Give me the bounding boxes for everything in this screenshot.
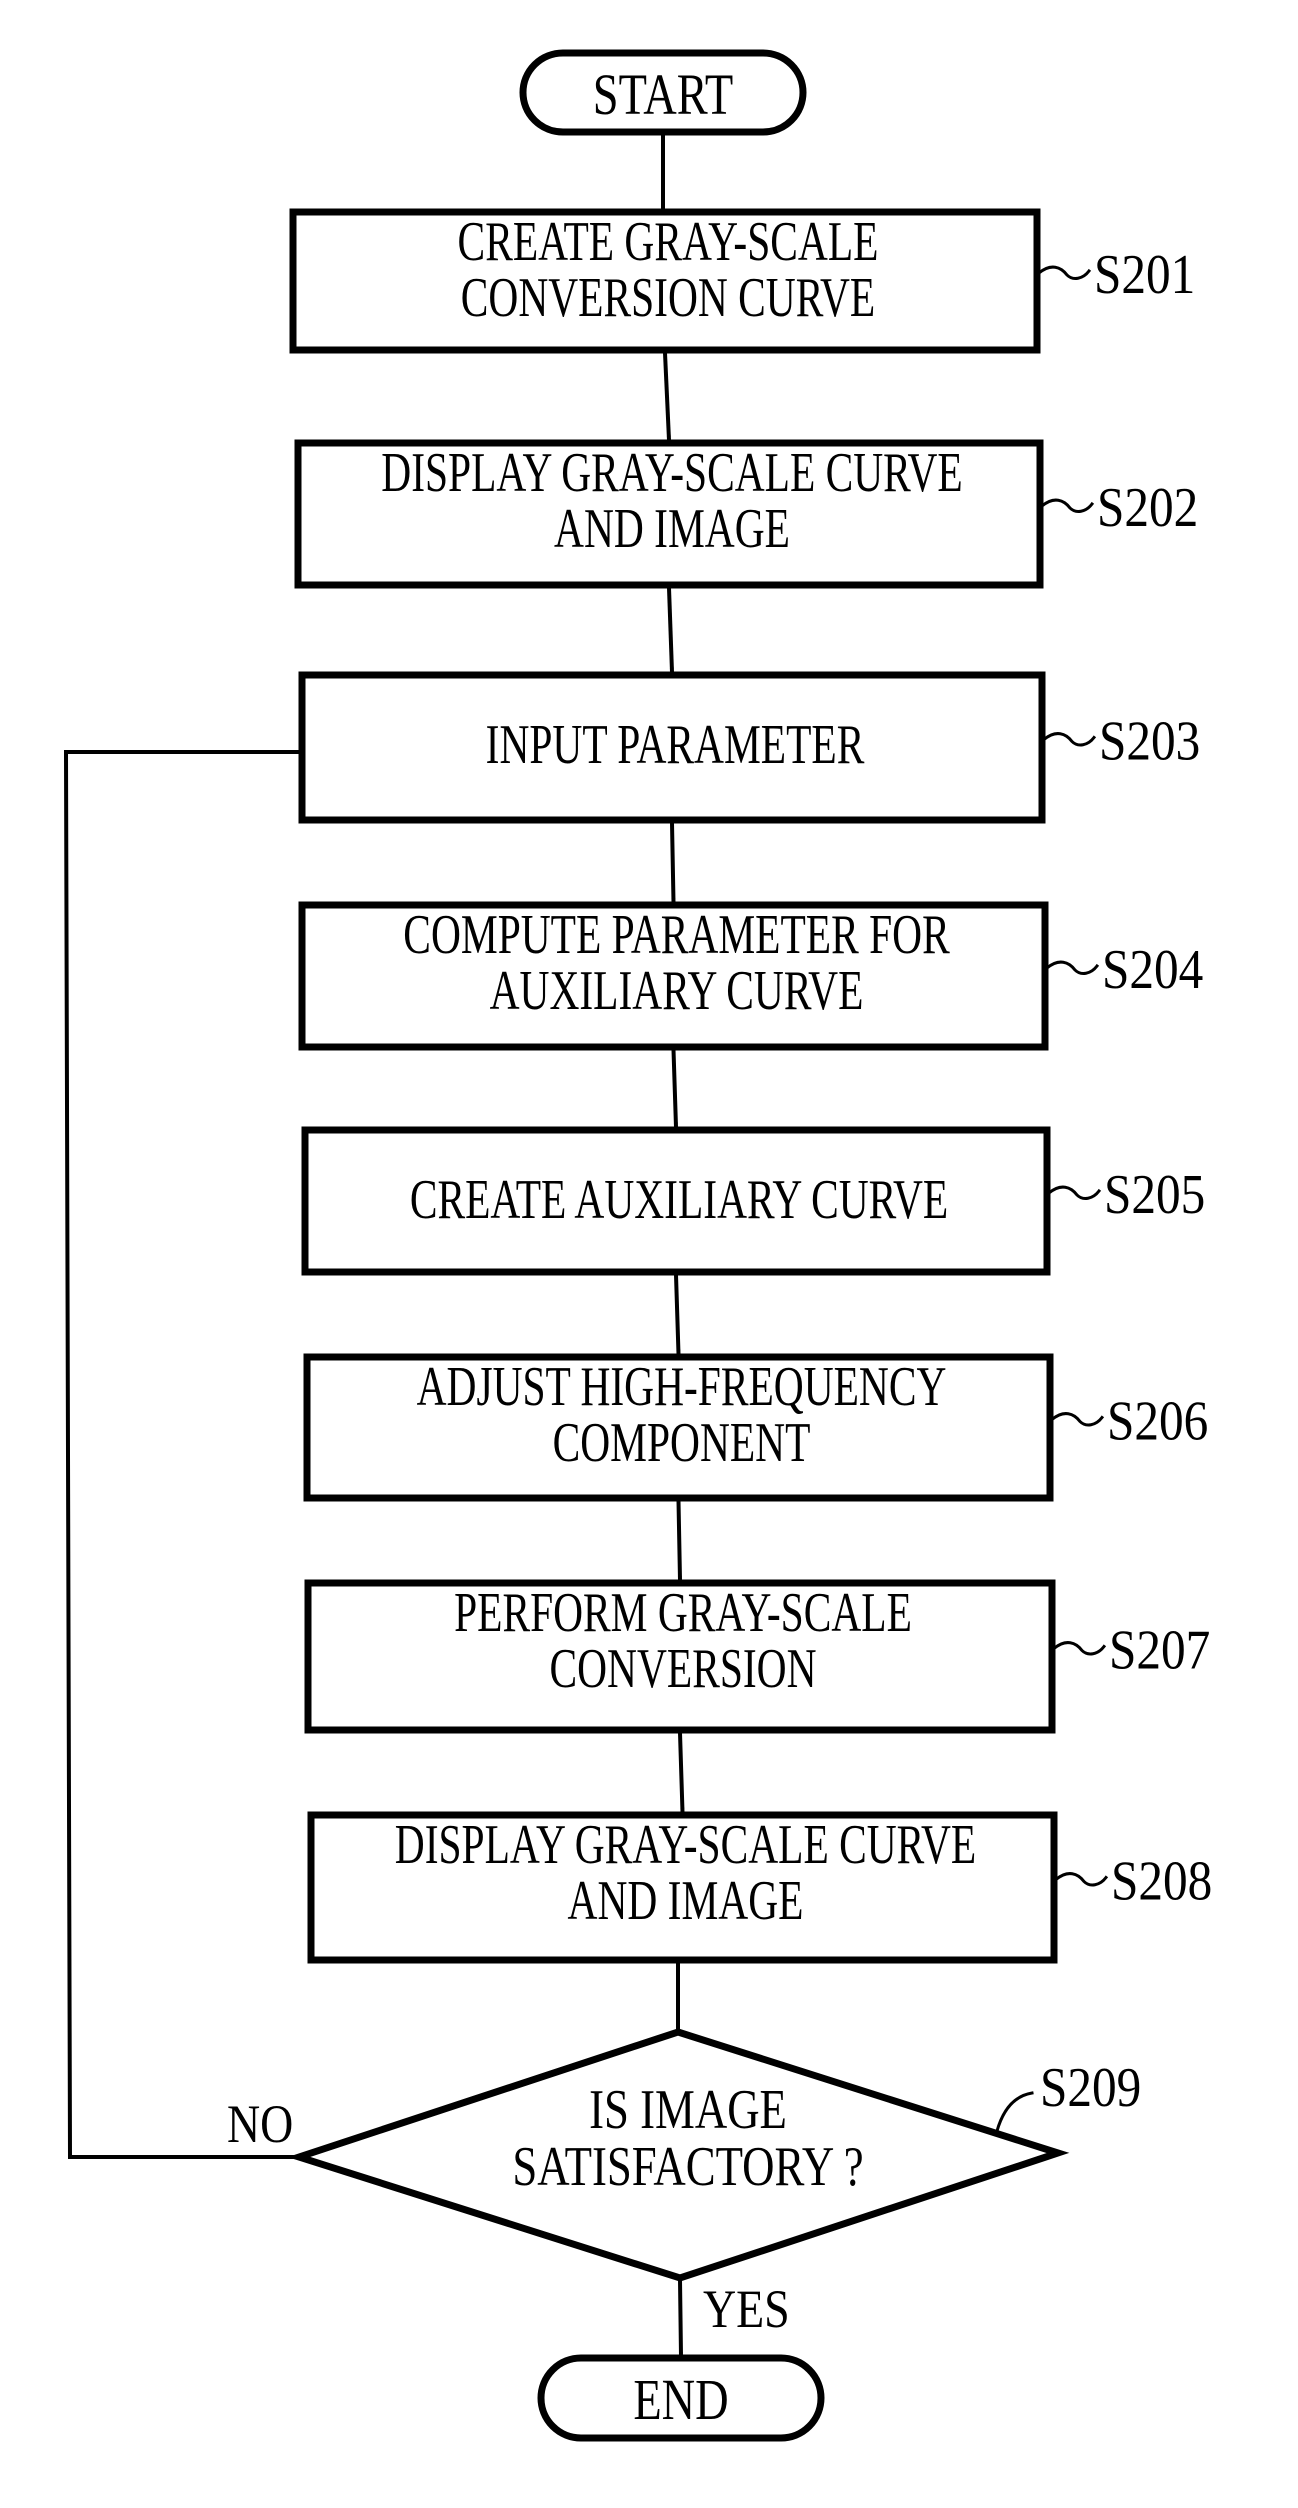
step-text-line: PERFORM GRAY-SCALE (454, 1581, 912, 1644)
step-text-line: AND IMAGE (568, 1869, 804, 1932)
no-loop-line (63, 749, 301, 2159)
step-text-line: COMPUTE PARAMETER FOR (403, 903, 950, 966)
step-text-line: DISPLAY GRAY-SCALE CURVE (381, 441, 962, 504)
arrow-s202-to-s203 (666, 585, 675, 675)
step-text-line: ADJUST HIGH-FREQUENCY (417, 1355, 947, 1418)
step-text-line: CONVERSION CURVE (461, 266, 875, 329)
leader-tilde-icon (1039, 498, 1095, 513)
step-ref-label: S202 (1097, 477, 1198, 539)
arrow-yes-to-end (677, 2277, 684, 2359)
decision-line-2: SATISFACTORY ? (512, 2135, 863, 2197)
leader-tilde-icon (1053, 1872, 1109, 1887)
leader-tilde-icon (1041, 732, 1097, 747)
step-ref-label: S206 (1107, 1391, 1208, 1453)
step-text-line: CONVERSION (549, 1637, 816, 1700)
step-ref-label: S208 (1111, 1851, 1212, 1913)
leader-tilde-icon (1044, 960, 1100, 975)
step-s206: ADJUST HIGH-FREQUENCYCOMPONENT S206 (303, 1353, 1208, 1502)
leader-tilde-icon (1036, 265, 1092, 280)
process-steps: CREATE GRAY-SCALECONVERSION CURVE S201 DIS… (289, 208, 1212, 1964)
start-label: START (593, 63, 733, 127)
arrow-s203-to-s204 (669, 820, 676, 905)
yes-branch-label: YES (703, 2279, 790, 2339)
step-s204: COMPUTE PARAMETER FORAUXILIARY CURVE S204 (298, 901, 1203, 1051)
no-branch-label: NO (227, 2094, 293, 2154)
decision-s209: IS IMAGE SATISFACTORY ? S209 (287, 2028, 1141, 2282)
step-text-line: AUXILIARY CURVE (490, 959, 864, 1022)
step-s205: CREATE AUXILIARY CURVE S205 (301, 1126, 1205, 1276)
arrow-s206-to-s207 (676, 1498, 683, 1583)
step-text-line: CREATE AUXILIARY CURVE (410, 1168, 948, 1231)
leader-tilde-icon (1051, 1641, 1107, 1656)
step-s207: PERFORM GRAY-SCALECONVERSION S207 (304, 1579, 1210, 1734)
leader-tilde-icon (1049, 1412, 1105, 1427)
flowchart-canvas: START CREATE GRAY-SCALECONVERSION CURVE S… (0, 0, 1298, 2508)
leader-tilde-icon (1046, 1185, 1102, 1200)
decision-line-1: IS IMAGE (589, 2078, 787, 2140)
step-ref-label: S203 (1099, 711, 1200, 773)
step-text-line: INPUT PARAMETER (486, 713, 865, 776)
step-ref-label: S201 (1094, 244, 1195, 306)
end-terminator: END (537, 2354, 825, 2442)
step-ref-label: S205 (1104, 1164, 1205, 1226)
arrow-s205-to-s206 (673, 1272, 681, 1357)
step-text-line: DISPLAY GRAY-SCALE CURVE (395, 1813, 976, 1876)
end-label: END (633, 2368, 728, 2432)
s209-ref-label: S209 (1040, 2057, 1141, 2119)
arrow-s201-to-s202 (662, 350, 672, 443)
step-text-line: COMPONENT (553, 1411, 811, 1474)
step-s202: DISPLAY GRAY-SCALE CURVEAND IMAGE S202 (294, 439, 1198, 589)
arrow-s207-to-s208 (677, 1730, 685, 1815)
step-text-line: CREATE GRAY-SCALE (458, 210, 879, 273)
step-s203: INPUT PARAMETER S203 (298, 671, 1200, 824)
step-ref-label: S207 (1109, 1620, 1210, 1682)
step-ref-label: S204 (1102, 939, 1203, 1001)
start-terminator: START (519, 49, 807, 136)
step-s208: DISPLAY GRAY-SCALE CURVEAND IMAGE S208 (307, 1811, 1212, 1964)
step-text-line: AND IMAGE (554, 497, 790, 560)
arrow-s204-to-s205 (671, 1047, 679, 1130)
step-s201: CREATE GRAY-SCALECONVERSION CURVE S201 (289, 208, 1195, 354)
s209-leader-line (995, 2091, 1034, 2133)
